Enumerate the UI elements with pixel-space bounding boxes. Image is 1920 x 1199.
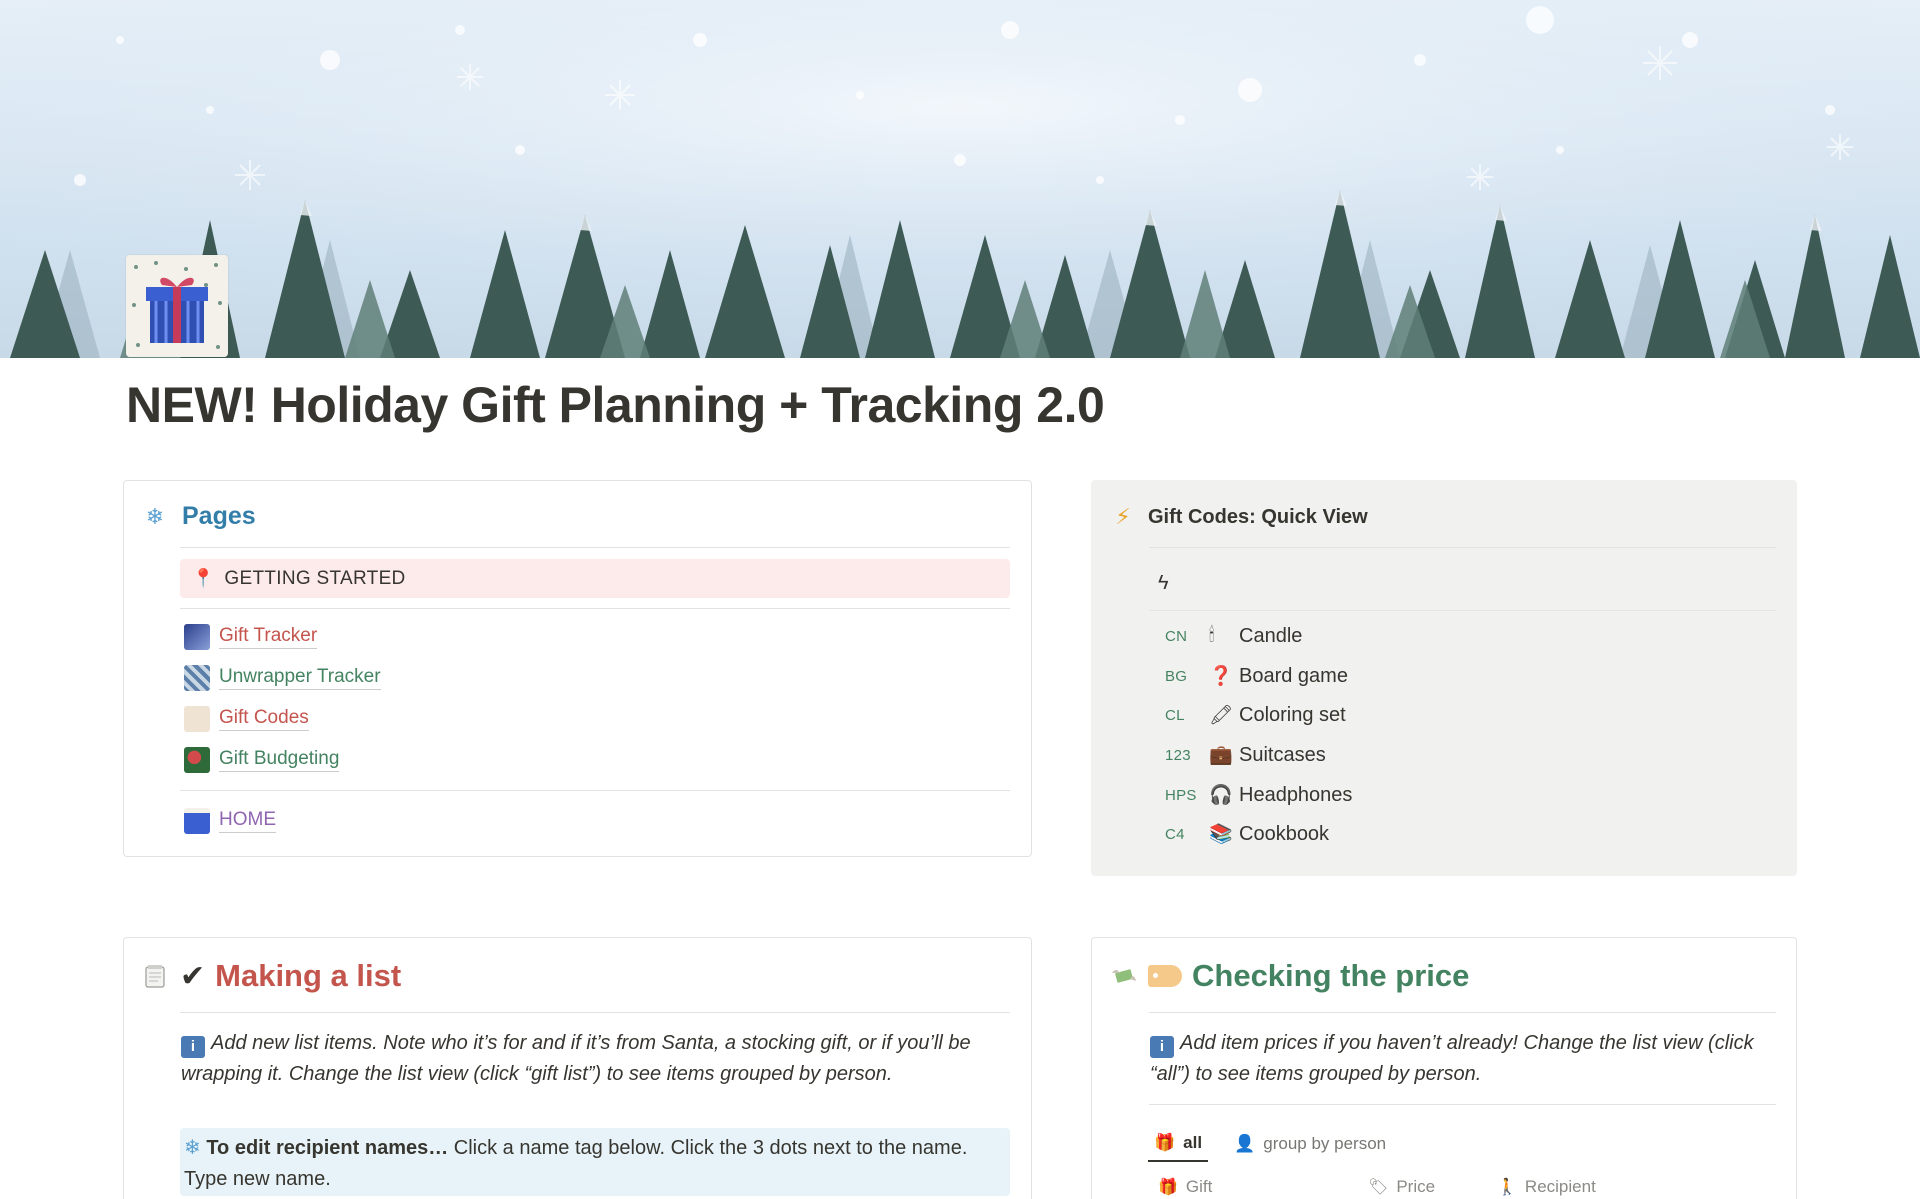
books-icon: 📚: [1209, 824, 1233, 845]
pages-callout-header: ❄ Pages: [142, 502, 256, 531]
making-a-list-title: Making a list: [215, 958, 402, 993]
page-link-gift-codes[interactable]: Gift Codes: [184, 706, 309, 732]
person-icon: 👤: [1234, 1134, 1256, 1153]
checking-price-heading: Checking the price: [1148, 958, 1469, 994]
info-icon: i: [1150, 1036, 1174, 1058]
gift-column-icon: 🎁: [1158, 1179, 1178, 1196]
gift-code: CN: [1165, 627, 1188, 645]
divider: [1149, 1012, 1776, 1013]
getting-started-link[interactable]: 📍 GETTING STARTED: [180, 559, 1010, 598]
snowflake-icon: ❄: [145, 503, 165, 529]
gift-code-name: Cookbook: [1239, 822, 1330, 845]
gift-code: C4: [1165, 825, 1185, 843]
divider: [180, 608, 1010, 609]
money-wings-icon: [1110, 963, 1136, 989]
tag-icon: 🏷: [1368, 1179, 1389, 1196]
checking-price-header: Checking the price: [1110, 958, 1469, 994]
gift-code-name: Suitcases: [1239, 743, 1326, 766]
gift-code-row[interactable]: HPS 🎧 Headphones: [1165, 779, 1352, 811]
getting-started-label: GETTING STARTED: [224, 567, 406, 589]
gift-code-row[interactable]: CL 🖍 Coloring set: [1165, 699, 1346, 731]
page-link-label: Gift Tracker: [219, 625, 318, 649]
winter-forest-cover-image: [0, 0, 1920, 358]
gift-code-row[interactable]: C4 📚 Cookbook: [1165, 818, 1329, 850]
tab-label: group by person: [1263, 1134, 1387, 1153]
pages-heading: Pages: [182, 502, 256, 530]
checking-price-note-text: Add item prices if you haven’t already! …: [1150, 1032, 1754, 1085]
crayon-icon: 🖍: [1209, 705, 1234, 726]
view-tabs: 🎁 all 👤 group by person: [1148, 1126, 1412, 1162]
headphones-icon: 🎧: [1209, 785, 1233, 806]
snowflake-icon: ❄: [184, 1137, 201, 1159]
divider: [180, 1012, 1010, 1013]
page-link-unwrapper-tracker[interactable]: Unwrapper Tracker: [184, 665, 381, 691]
page-link-gift-budgeting[interactable]: Gift Budgeting: [184, 747, 340, 773]
page-link-label: Unwrapper Tracker: [219, 666, 381, 690]
making-a-list-note: i Add new list items. Note who it’s for a…: [181, 1028, 1011, 1090]
gift-codes-thumb-icon: [184, 706, 210, 732]
unwrapper-thumb-icon: [184, 665, 210, 691]
page-link-home[interactable]: HOME: [184, 808, 276, 834]
info-icon: i: [181, 1036, 205, 1058]
gift-code-name: Headphones: [1239, 783, 1353, 806]
making-a-list-header: ✔ Making a list: [142, 958, 401, 994]
column-header-recipient[interactable]: 🚶 Recipient: [1497, 1177, 1596, 1197]
person-walking-icon: 🚶: [1497, 1179, 1517, 1196]
gift-icon: [126, 255, 228, 357]
divider: [1149, 547, 1776, 548]
gift-code-row[interactable]: CN 🕯 Candle: [1165, 620, 1302, 652]
gift-code-name: Candle: [1239, 624, 1303, 647]
notepad-icon: [145, 965, 165, 988]
page-title[interactable]: NEW! Holiday Gift Planning + Tracking 2.…: [126, 376, 1105, 434]
column-header-price[interactable]: 🏷 Price: [1368, 1177, 1435, 1197]
gift-tracker-thumb-icon: [184, 624, 210, 650]
divider: [180, 547, 1010, 548]
checking-price-title: Checking the price: [1192, 958, 1470, 993]
price-tag-icon: [1148, 965, 1182, 987]
tab-all[interactable]: 🎁 all: [1148, 1126, 1209, 1162]
home-link-label: HOME: [219, 809, 276, 833]
pin-icon: 📍: [192, 568, 215, 588]
candle-icon: 🕯: [1209, 625, 1215, 646]
gift-code: CL: [1165, 706, 1185, 724]
edit-recipient-callout: ❄ To edit recipient names… Click a name …: [180, 1128, 1010, 1196]
page-cover[interactable]: [0, 0, 1920, 358]
gift-codes-header: ⚡ Gift Codes: Quick View: [1110, 504, 1368, 530]
gift-budgeting-thumb-icon: [184, 747, 210, 773]
checkmark-icon: ✔: [180, 959, 206, 993]
column-header-gift[interactable]: 🎁 Gift: [1158, 1177, 1212, 1197]
gift-code-row[interactable]: BG ❓ Board game: [1165, 660, 1348, 692]
gift-icon: [184, 808, 210, 834]
page-link-gift-tracker[interactable]: Gift Tracker: [184, 624, 318, 650]
column-label: Gift: [1185, 1177, 1213, 1196]
gift-code: BG: [1165, 667, 1188, 685]
tab-label: all: [1183, 1133, 1203, 1152]
making-a-list-heading: ✔ Making a list: [180, 958, 401, 994]
page-icon-gift[interactable]: [126, 255, 228, 357]
page-link-label: Gift Budgeting: [219, 748, 340, 772]
gift-code: 123: [1165, 746, 1191, 764]
divider: [1149, 610, 1776, 611]
column-label: Recipient: [1524, 1177, 1596, 1196]
checking-price-note: i Add item prices if you haven’t already!…: [1150, 1028, 1776, 1090]
column-label: Price: [1396, 1177, 1436, 1196]
page-link-label: Gift Codes: [219, 707, 309, 731]
gift-code-name: Coloring set: [1239, 703, 1346, 726]
divider: [1149, 1104, 1776, 1105]
lightning-icon: ⚡: [1115, 504, 1131, 529]
gift-code: HPS: [1165, 786, 1197, 804]
gift-codes-heading: Gift Codes: Quick View: [1148, 505, 1368, 528]
gift-icon: 🎁: [1154, 1133, 1176, 1152]
notepad-icon: [142, 963, 168, 989]
question-icon: ❓: [1209, 666, 1233, 687]
edit-recipient-bold: To edit recipient names…: [206, 1137, 449, 1159]
gift-code-name: Board game: [1239, 664, 1348, 687]
lightning-icon[interactable]: ϟ: [1158, 572, 1169, 595]
tab-group-by-person[interactable]: 👤 group by person: [1228, 1126, 1392, 1162]
gift-code-row[interactable]: 123 💼 Suitcases: [1165, 739, 1326, 771]
suitcase-icon: 💼: [1209, 745, 1233, 766]
divider: [180, 790, 1010, 791]
making-a-list-note-text: Add new list items. Note who it’s for an…: [181, 1032, 971, 1085]
money-wings-icon: [1112, 969, 1136, 983]
